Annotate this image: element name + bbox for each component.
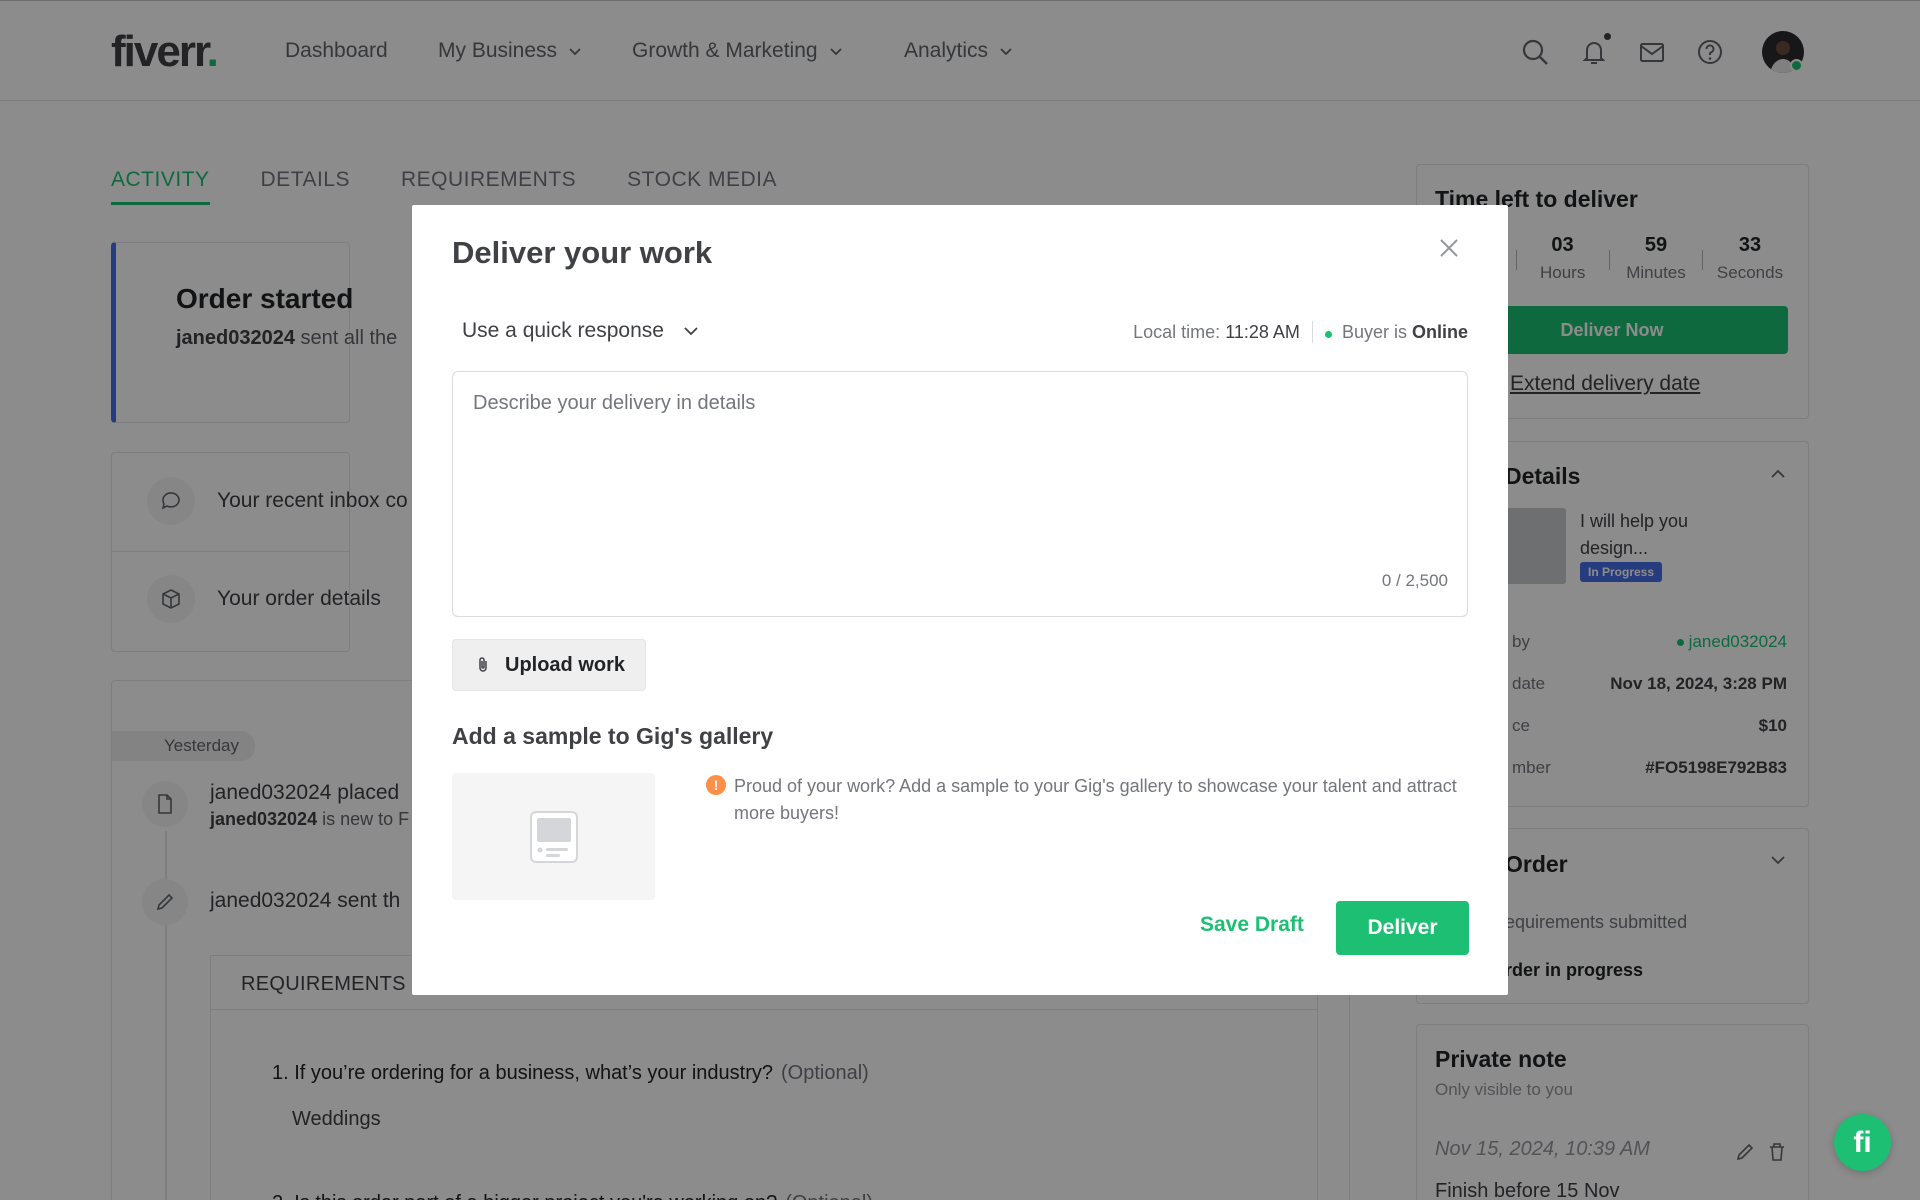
online-dot xyxy=(1324,330,1332,338)
chevron-down-icon xyxy=(684,327,698,336)
upload-work-button[interactable]: Upload work xyxy=(452,639,647,691)
divider xyxy=(1311,321,1313,343)
gallery-sample-placeholder[interactable] xyxy=(452,773,655,900)
image-placeholder-icon xyxy=(529,810,578,863)
character-counter: 0 / 2,500 xyxy=(1381,571,1448,590)
gallery-description: Proud of your work? Add a sample to your… xyxy=(734,776,1457,823)
save-draft-button[interactable]: Save Draft xyxy=(1200,913,1304,937)
deliver-button[interactable]: Deliver xyxy=(1336,901,1469,955)
modal-title: Deliver your work xyxy=(452,235,713,270)
delivery-description-input[interactable] xyxy=(452,371,1468,617)
local-time: Local time: 11:28 AM xyxy=(1133,321,1300,342)
paperclip-icon xyxy=(479,657,487,672)
close-icon[interactable] xyxy=(1436,235,1462,261)
buyer-meta: Local time: 11:28 AM Buyer is Online xyxy=(1133,321,1468,343)
gallery-title: Add a sample to Gig's gallery xyxy=(452,723,774,749)
quick-response-dropdown[interactable]: Use a quick response xyxy=(462,319,700,343)
fiverr-assistant-button[interactable]: fi xyxy=(1834,1114,1891,1171)
buyer-status: Buyer is Online xyxy=(1324,322,1468,343)
warning-icon: ! xyxy=(706,775,726,795)
deliver-work-modal: Deliver your work Use a quick response L… xyxy=(412,205,1508,995)
